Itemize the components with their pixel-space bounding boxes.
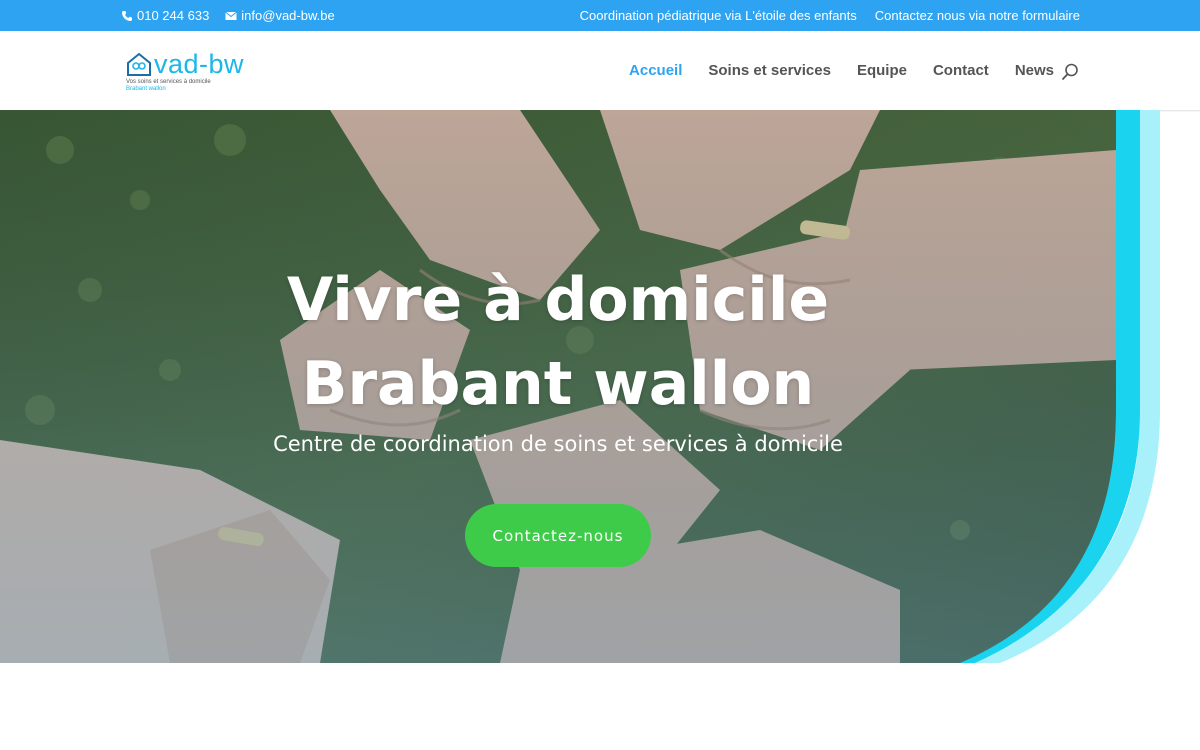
nav-item-soins-et-services[interactable]: Soins et services [708,62,831,79]
top-bar-contact: 010 244 633 info@vad-bw.be [121,8,335,23]
hero-title-line-2: Brabant wallon [301,349,815,419]
nav-item-accueil[interactable]: Accueil [629,62,682,79]
nav-item-contact[interactable]: Contact [933,62,989,79]
link-contact-form[interactable]: Contactez nous via notre formulaire [875,8,1080,23]
hero-section: Vivre à domicile Brabant wallon Centre d… [0,110,1200,663]
hero-title-line-1: Vivre à domicile [286,265,830,335]
envelope-icon [225,11,238,20]
top-bar-links: Coordination pédiatrique via L'étoile de… [580,8,1080,23]
main-nav: Accueil Soins et services Equipe Contact… [629,62,1054,79]
site-logo[interactable]: vad-bw Vos soins et services à domicile … [126,49,266,95]
logo-tagline: Vos soins et services à domicile [126,79,211,85]
main-header: vad-bw Vos soins et services à domicile … [0,31,1200,111]
phone-link[interactable]: 010 244 633 [121,8,209,23]
logo-region: Brabant wallon [126,86,166,92]
house-logo-icon [127,52,151,76]
contact-us-button[interactable]: Contactez-nous [465,504,651,567]
logo-brand: vad-bw [154,49,245,79]
email-address: info@vad-bw.be [241,8,335,23]
hero-subtitle: Centre de coordination de soins et servi… [273,432,843,456]
link-pediatric-coordination[interactable]: Coordination pédiatrique via L'étoile de… [580,8,857,23]
nav-item-equipe[interactable]: Equipe [857,62,907,79]
search-icon[interactable] [1061,63,1079,81]
hero-title: Vivre à domicile Brabant wallon [0,258,1116,426]
top-bar: 010 244 633 info@vad-bw.be Coordination … [0,0,1200,31]
email-link[interactable]: info@vad-bw.be [225,8,335,23]
phone-number: 010 244 633 [137,8,210,23]
nav-item-news[interactable]: News [1015,62,1054,79]
phone-icon [122,10,132,21]
